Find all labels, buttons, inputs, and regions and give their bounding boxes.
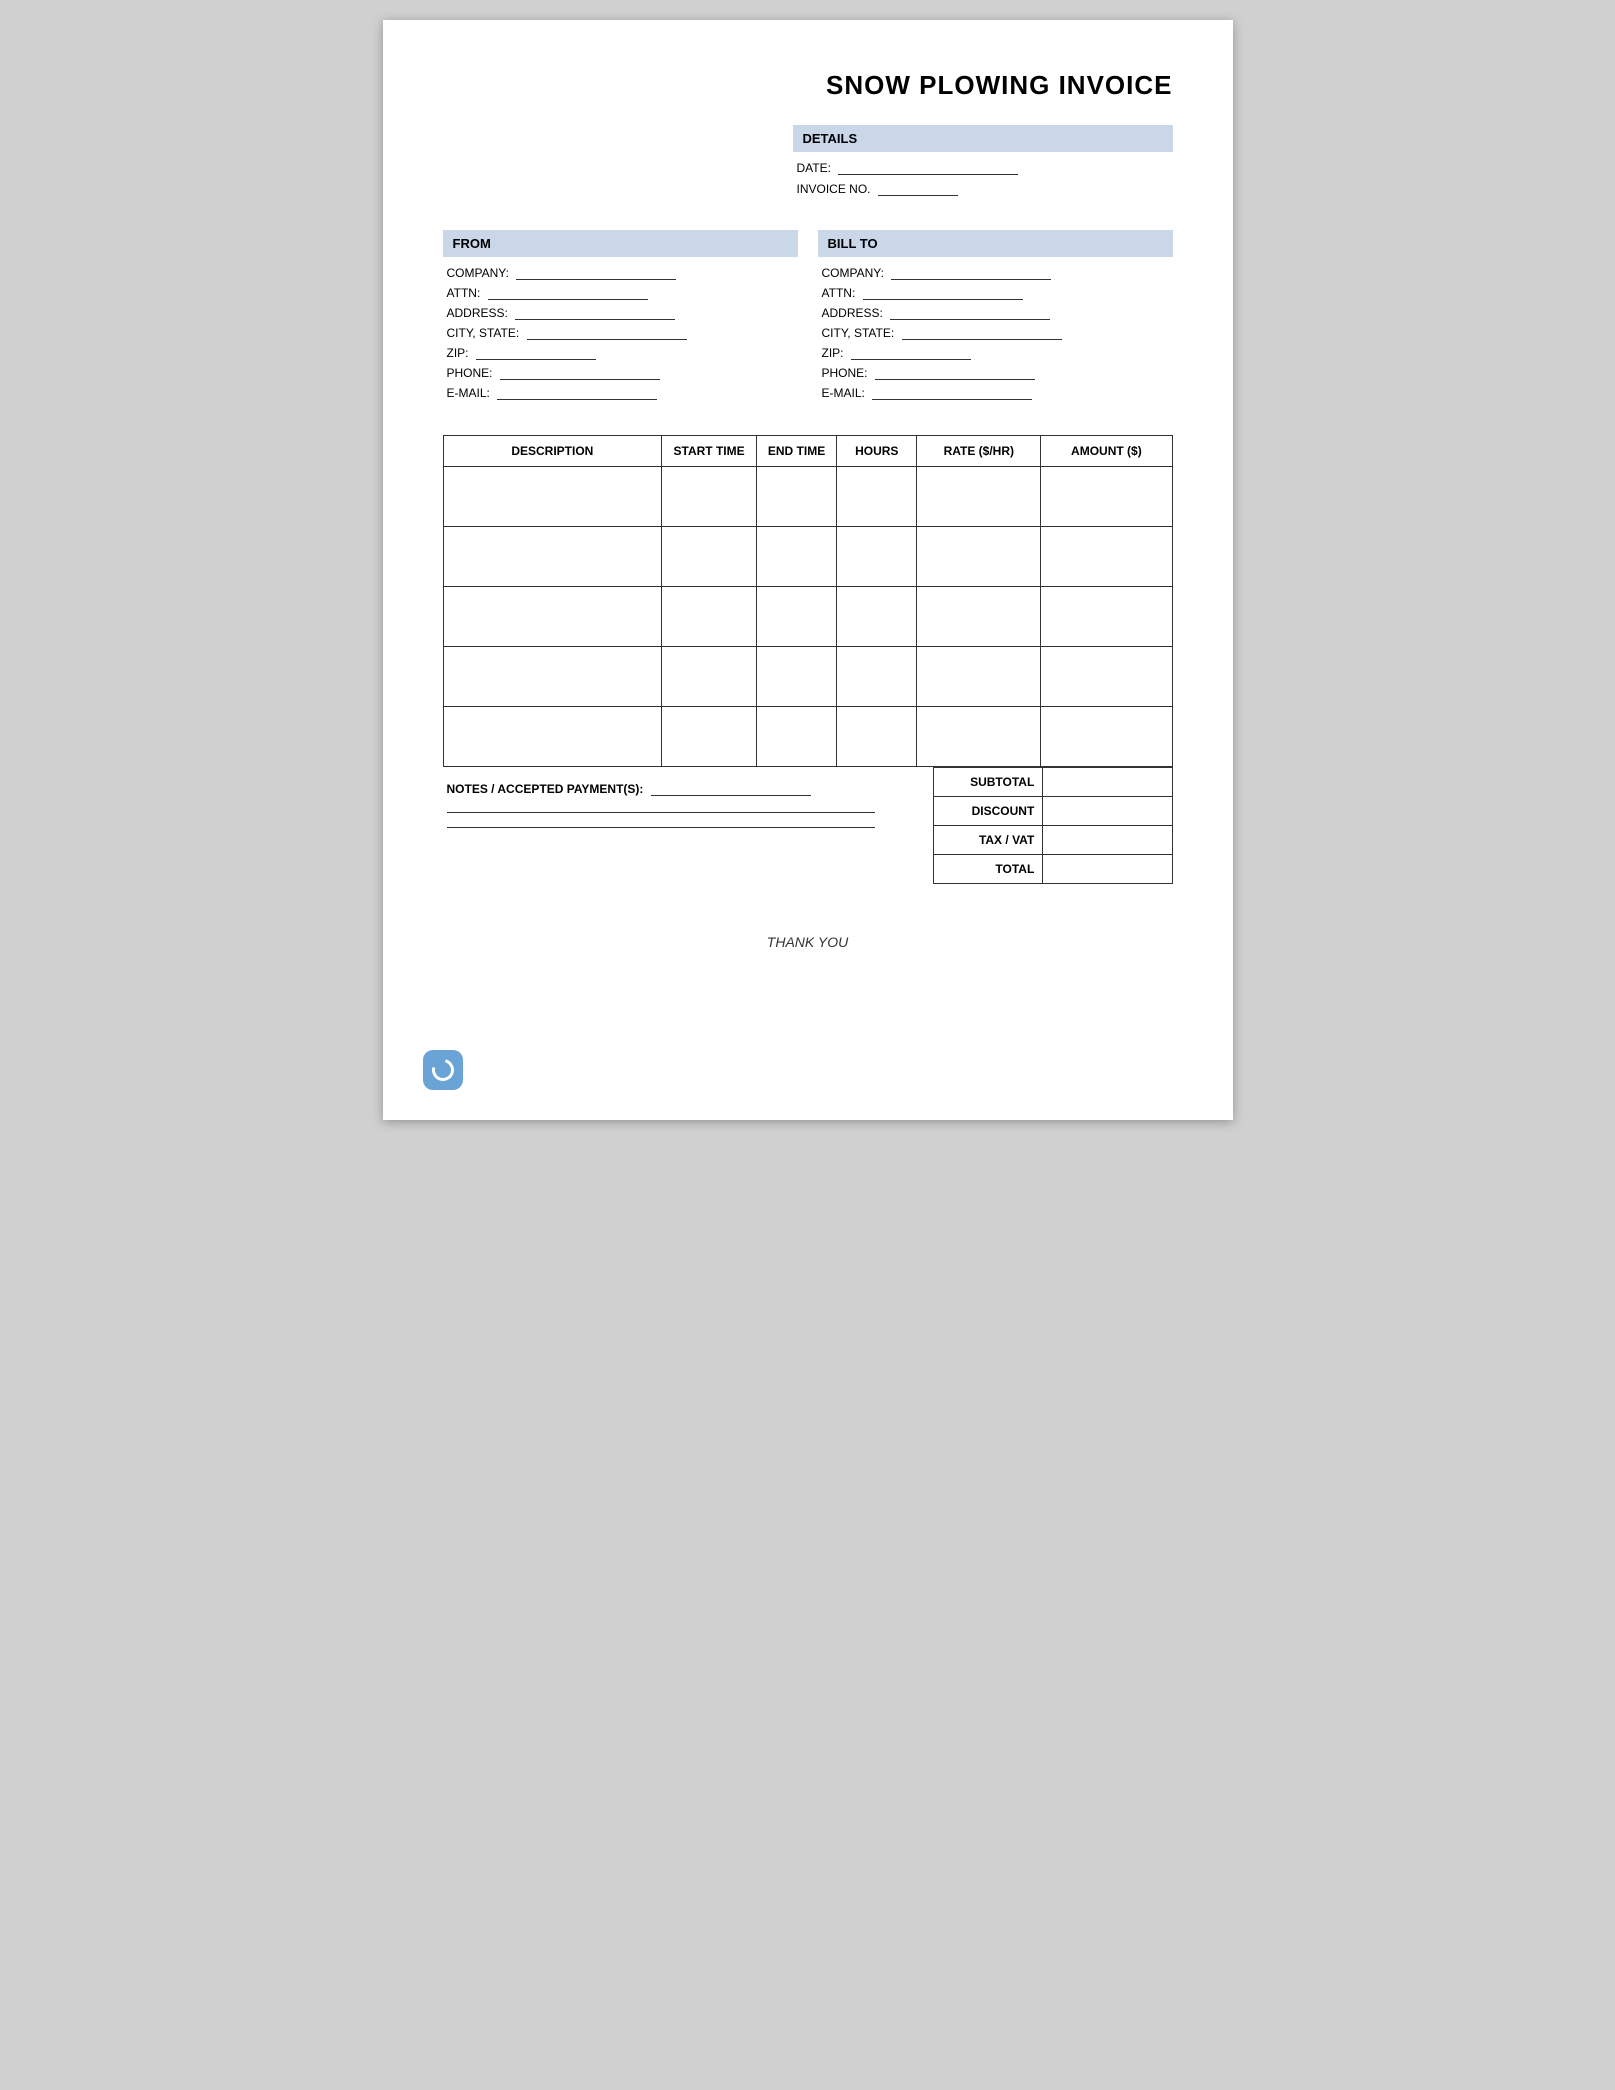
thank-you-text: THANK YOU xyxy=(443,934,1173,950)
discount-value[interactable] xyxy=(1043,797,1172,826)
cell-start-2[interactable] xyxy=(662,527,757,587)
app-icon xyxy=(423,1050,463,1090)
cell-start-5[interactable] xyxy=(662,707,757,767)
page-title: SNOW PLOWING INVOICE xyxy=(443,70,1173,101)
total-value[interactable] xyxy=(1043,855,1172,884)
invoice-field: INVOICE NO. xyxy=(793,181,1173,196)
cell-amount-3[interactable] xyxy=(1041,587,1172,647)
notes-line-2 xyxy=(447,827,875,828)
subtotal-label: SUBTOTAL xyxy=(933,768,1043,797)
col-header-end-time: END TIME xyxy=(756,436,836,467)
table-header-row: DESCRIPTION START TIME END TIME HOURS RA… xyxy=(443,436,1172,467)
total-row: TOTAL xyxy=(933,855,1172,884)
from-company: COMPANY: xyxy=(443,265,798,280)
cell-rate-2[interactable] xyxy=(917,527,1041,587)
cell-rate-4[interactable] xyxy=(917,647,1041,707)
table-row xyxy=(443,587,1172,647)
contact-row: FROM COMPANY: ATTN: ADDRESS: CITY, STAT xyxy=(443,230,1173,405)
notes-section: NOTES / ACCEPTED PAYMENT(S): xyxy=(443,767,933,884)
cell-hours-2[interactable] xyxy=(837,527,917,587)
details-header: DETAILS xyxy=(793,125,1173,152)
cell-hours-5[interactable] xyxy=(837,707,917,767)
from-city-state: CITY, STATE: xyxy=(443,325,798,340)
cell-start-4[interactable] xyxy=(662,647,757,707)
cell-rate-3[interactable] xyxy=(917,587,1041,647)
notes-label: NOTES / ACCEPTED PAYMENT(S): xyxy=(447,781,923,796)
billto-zip: ZIP: xyxy=(818,345,1173,360)
invoice-table: DESCRIPTION START TIME END TIME HOURS RA… xyxy=(443,435,1173,767)
from-attn: ATTN: xyxy=(443,285,798,300)
from-address: ADDRESS: xyxy=(443,305,798,320)
cell-description-3[interactable] xyxy=(443,587,662,647)
col-header-rate: RATE ($/HR) xyxy=(917,436,1041,467)
cell-start-3[interactable] xyxy=(662,587,757,647)
cell-end-2[interactable] xyxy=(756,527,836,587)
cell-end-5[interactable] xyxy=(756,707,836,767)
bottom-section: NOTES / ACCEPTED PAYMENT(S): SUBTOTAL DI… xyxy=(443,767,1173,884)
billto-city-state: CITY, STATE: xyxy=(818,325,1173,340)
from-email: E-MAIL: xyxy=(443,385,798,400)
details-box: DETAILS DATE: INVOICE NO. xyxy=(793,125,1173,202)
discount-label: DISCOUNT xyxy=(933,797,1043,826)
col-header-start-time: START TIME xyxy=(662,436,757,467)
cell-amount-1[interactable] xyxy=(1041,467,1172,527)
total-label: TOTAL xyxy=(933,855,1043,884)
billto-email: E-MAIL: xyxy=(818,385,1173,400)
tax-label: TAX / VAT xyxy=(933,826,1043,855)
billto-phone: PHONE: xyxy=(818,365,1173,380)
col-header-description: DESCRIPTION xyxy=(443,436,662,467)
cell-description-4[interactable] xyxy=(443,647,662,707)
cell-end-4[interactable] xyxy=(756,647,836,707)
billto-address: ADDRESS: xyxy=(818,305,1173,320)
cell-description-2[interactable] xyxy=(443,527,662,587)
col-header-amount: AMOUNT ($) xyxy=(1041,436,1172,467)
cell-end-1[interactable] xyxy=(756,467,836,527)
cell-hours-4[interactable] xyxy=(837,647,917,707)
cell-hours-1[interactable] xyxy=(837,467,917,527)
cell-amount-5[interactable] xyxy=(1041,707,1172,767)
table-row xyxy=(443,647,1172,707)
billto-header: BILL TO xyxy=(818,230,1173,257)
tax-row: TAX / VAT xyxy=(933,826,1172,855)
details-section: DETAILS DATE: INVOICE NO. xyxy=(443,125,1173,202)
cell-description-5[interactable] xyxy=(443,707,662,767)
billto-box: BILL TO COMPANY: ATTN: ADDRESS: CITY, S xyxy=(818,230,1173,405)
billto-attn: ATTN: xyxy=(818,285,1173,300)
subtotal-row: SUBTOTAL xyxy=(933,768,1172,797)
cell-amount-4[interactable] xyxy=(1041,647,1172,707)
totals-table: SUBTOTAL DISCOUNT TAX / VAT TOTAL xyxy=(933,767,1173,884)
col-header-hours: HOURS xyxy=(837,436,917,467)
table-row xyxy=(443,707,1172,767)
table-row xyxy=(443,527,1172,587)
cell-hours-3[interactable] xyxy=(837,587,917,647)
discount-row: DISCOUNT xyxy=(933,797,1172,826)
from-box: FROM COMPANY: ATTN: ADDRESS: CITY, STAT xyxy=(443,230,798,405)
from-zip: ZIP: xyxy=(443,345,798,360)
cell-description-1[interactable] xyxy=(443,467,662,527)
subtotal-value[interactable] xyxy=(1043,768,1172,797)
notes-line-1 xyxy=(447,812,875,813)
from-header: FROM xyxy=(443,230,798,257)
cell-rate-5[interactable] xyxy=(917,707,1041,767)
billto-company: COMPANY: xyxy=(818,265,1173,280)
table-row xyxy=(443,467,1172,527)
cell-rate-1[interactable] xyxy=(917,467,1041,527)
cell-end-3[interactable] xyxy=(756,587,836,647)
cell-amount-2[interactable] xyxy=(1041,527,1172,587)
tax-value[interactable] xyxy=(1043,826,1172,855)
invoice-page: SNOW PLOWING INVOICE DETAILS DATE: INVOI… xyxy=(383,20,1233,1120)
from-phone: PHONE: xyxy=(443,365,798,380)
app-icon-inner xyxy=(427,1055,457,1085)
cell-start-1[interactable] xyxy=(662,467,757,527)
date-field: DATE: xyxy=(793,160,1173,175)
